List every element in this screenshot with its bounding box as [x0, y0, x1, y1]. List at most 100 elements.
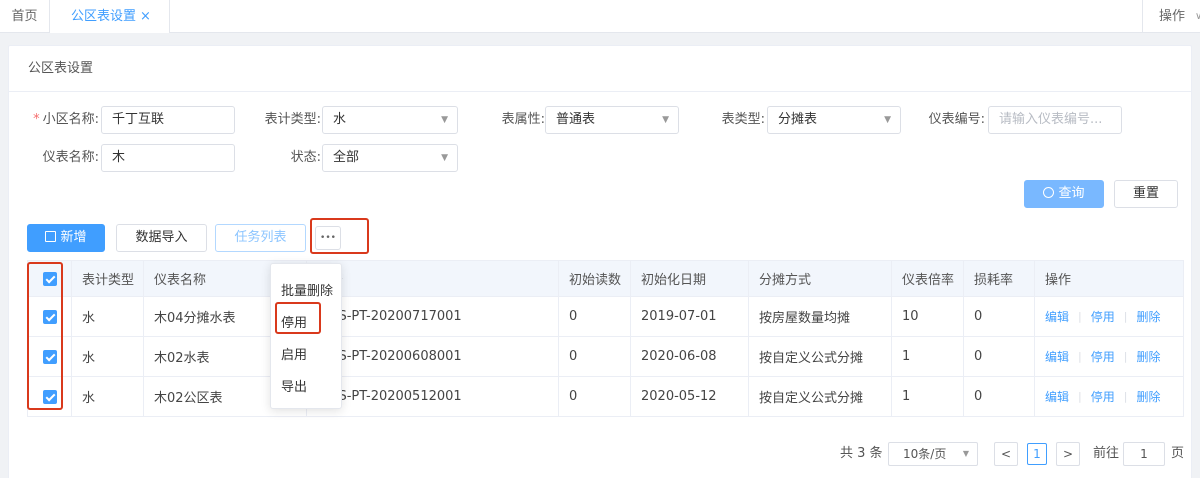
page-title: 公区表设置 — [9, 46, 1191, 92]
meter-count-type-select[interactable]: 水 ▼ — [322, 106, 458, 134]
col-init-reading: 初始读数 — [559, 261, 631, 296]
table-header: 表计类型 仪表名称 编号 初始读数 初始化日期 分摊方式 仪表倍率 损耗率 操作 — [28, 261, 1183, 297]
page-size-select[interactable]: 10条/页 ▼ — [888, 442, 978, 466]
import-button[interactable]: 数据导入 — [116, 224, 207, 252]
col-ratio: 仪表倍率 — [892, 261, 964, 296]
cell-ratio: 1 — [892, 377, 964, 416]
cell-code: HL-S-PT-20200512001 — [307, 377, 559, 416]
cell-loss: 0 — [964, 337, 1035, 376]
action-separator: | — [1078, 310, 1082, 323]
menu-item-enable[interactable]: 启用 — [281, 344, 307, 363]
cell-init-date: 2019-07-01 — [631, 297, 749, 336]
query-button[interactable]: 查询 — [1024, 180, 1104, 208]
cell-type: 水 — [72, 377, 144, 416]
col-actions: 操作 — [1045, 273, 1072, 288]
highlight-disable — [275, 302, 321, 334]
delete-link[interactable]: 删除 — [1136, 308, 1160, 325]
menu-item-export[interactable]: 导出 — [281, 376, 307, 395]
meter-attr-label: 表属性: — [501, 112, 545, 127]
goto-label: 前往 — [1093, 446, 1120, 461]
meter-attr-select[interactable]: 普通表 ▼ — [545, 106, 679, 134]
caret-down-icon: ▼ — [962, 449, 969, 458]
cell-method: 按自定义公式分摊 — [749, 377, 892, 416]
operations-menu[interactable]: 操作 ∨ — [1142, 0, 1200, 33]
delete-link[interactable]: 删除 — [1136, 348, 1160, 365]
meter-no-input[interactable]: 请输入仪表编号... — [988, 106, 1122, 134]
edit-link[interactable]: 编辑 — [1045, 308, 1069, 325]
action-separator: | — [1078, 390, 1082, 403]
highlight-more — [310, 218, 369, 254]
reset-button[interactable]: 重置 — [1114, 180, 1178, 208]
col-allocation-method: 分摊方式 — [749, 261, 892, 296]
cell-code: HL-S-PT-20200608001 — [307, 337, 559, 376]
action-separator: | — [1078, 350, 1082, 363]
prev-page-button[interactable]: < — [994, 442, 1018, 466]
caret-down-icon: ▼ — [441, 153, 448, 163]
add-button[interactable]: 新增 — [27, 224, 105, 252]
cell-init-date: 2020-06-08 — [631, 337, 749, 376]
table-type-label: 表类型: — [721, 112, 765, 127]
goto-page-input[interactable]: 1 — [1123, 442, 1165, 466]
cell-actions: 编辑 | 停用 | 删除 — [1035, 337, 1185, 376]
cell-loss: 0 — [964, 377, 1035, 416]
meter-name-label: 仪表名称: — [42, 150, 99, 165]
search-icon — [1043, 187, 1055, 198]
delete-link[interactable]: 删除 — [1136, 388, 1160, 405]
meter-count-type-label: 表计类型: — [264, 112, 321, 127]
cell-init-reading: 0 — [559, 337, 631, 376]
task-list-button[interactable]: 任务列表 — [215, 224, 306, 252]
cell-actions: 编辑 | 停用 | 删除 — [1035, 377, 1185, 416]
required-mark: * — [33, 112, 40, 127]
pagination-total: 共 3 条 — [840, 446, 883, 461]
disable-link[interactable]: 停用 — [1091, 308, 1115, 325]
cell-method: 按自定义公式分摊 — [749, 337, 892, 376]
table-row: 水 木02公区表 HL-S-PT-20200512001 0 2020-05-1… — [28, 377, 1183, 417]
cell-method: 按房屋数量均摊 — [749, 297, 892, 336]
action-separator: | — [1123, 390, 1128, 403]
table-row: 水 木04分摊水表 HL-S-PT-20200717001 0 2019-07-… — [28, 297, 1183, 337]
more-actions-menu: 批量删除 停用 启用 导出 — [270, 263, 342, 409]
cell-type: 水 — [72, 337, 144, 376]
cell-ratio: 1 — [892, 337, 964, 376]
table-row: 水 木02水表 HL-S-PT-20200608001 0 2020-06-08… — [28, 337, 1183, 377]
cell-init-reading: 0 — [559, 377, 631, 416]
col-init-date: 初始化日期 — [631, 261, 749, 296]
caret-down-icon: ▼ — [441, 115, 448, 125]
caret-down-icon: ▼ — [884, 115, 891, 125]
next-page-button[interactable]: > — [1056, 442, 1080, 466]
close-icon[interactable]: × — [140, 0, 151, 33]
table-type-select[interactable]: 分摊表 ▼ — [767, 106, 901, 134]
tab-meter-settings-label: 公区表设置 — [71, 9, 137, 24]
current-page[interactable]: 1 — [1027, 443, 1047, 465]
operations-label: 操作 — [1159, 9, 1186, 24]
disable-link[interactable]: 停用 — [1091, 348, 1115, 365]
disable-link[interactable]: 停用 — [1091, 388, 1115, 405]
cell-init-reading: 0 — [559, 297, 631, 336]
edit-link[interactable]: 编辑 — [1045, 348, 1069, 365]
col-meter-code: 编号 — [307, 261, 559, 296]
cell-ratio: 10 — [892, 297, 964, 336]
status-select[interactable]: 全部 ▼ — [322, 144, 458, 172]
col-meter-count-type: 表计类型 — [72, 261, 144, 296]
action-separator: | — [1123, 350, 1128, 363]
status-label: 状态: — [290, 150, 321, 165]
meter-table: 表计类型 仪表名称 编号 初始读数 初始化日期 分摊方式 仪表倍率 损耗率 操作… — [27, 260, 1184, 417]
tab-home[interactable]: 首页 — [0, 0, 50, 33]
add-icon — [45, 231, 57, 242]
chevron-down-icon: ∨ — [1195, 11, 1200, 22]
cell-actions: 编辑 | 停用 | 删除 — [1035, 297, 1185, 336]
tab-bar: 首页 公区表设置 × 操作 ∨ — [0, 0, 1200, 33]
menu-item-batch-delete[interactable]: 批量删除 — [281, 280, 333, 299]
cell-type: 水 — [72, 297, 144, 336]
community-label: * 小区名称: — [33, 112, 99, 127]
col-loss-rate: 损耗率 — [964, 261, 1035, 296]
cell-loss: 0 — [964, 297, 1035, 336]
edit-link[interactable]: 编辑 — [1045, 388, 1069, 405]
meter-name-input[interactable]: 木 — [101, 144, 235, 172]
tab-meter-settings[interactable]: 公区表设置 × — [50, 0, 170, 33]
cell-code: HL-S-PT-20200717001 — [307, 297, 559, 336]
community-input[interactable]: 千丁互联 — [101, 106, 235, 134]
highlight-checkboxes — [27, 262, 63, 410]
main-card: 公区表设置 * 小区名称: 千丁互联 表计类型: 水 ▼ 表属性: 普通表 ▼ 表类型… — [8, 45, 1192, 478]
action-separator: | — [1123, 310, 1128, 323]
